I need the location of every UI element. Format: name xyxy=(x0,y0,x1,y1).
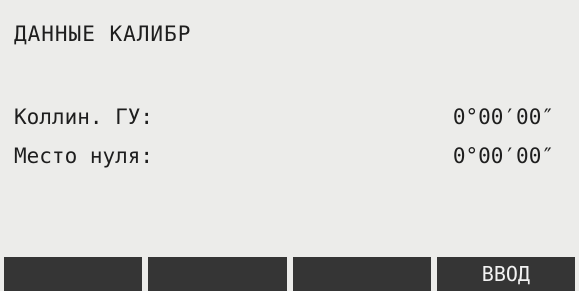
softkey-f3[interactable] xyxy=(292,257,431,291)
softkey-f1[interactable] xyxy=(4,257,143,291)
zero-point-label: Место нуля: xyxy=(14,144,154,168)
collimation-value: 0°00′00″ xyxy=(452,105,554,129)
enter-softkey[interactable]: ВВОД xyxy=(436,257,575,291)
calibration-data-screen: ДАННЫЕ КАЛИБР Коллин. ГУ: 0°00′00″ Место… xyxy=(0,0,579,291)
softkey-bar: ВВОД xyxy=(0,257,579,291)
softkey-f2[interactable] xyxy=(148,257,287,291)
zero-point-row: Место нуля: 0°00′00″ xyxy=(14,144,554,170)
collimation-label: Коллин. ГУ: xyxy=(14,105,154,129)
zero-point-value: 0°00′00″ xyxy=(452,144,554,168)
collimation-row: Коллин. ГУ: 0°00′00″ xyxy=(14,105,554,131)
screen-title: ДАННЫЕ КАЛИБР xyxy=(14,22,192,46)
